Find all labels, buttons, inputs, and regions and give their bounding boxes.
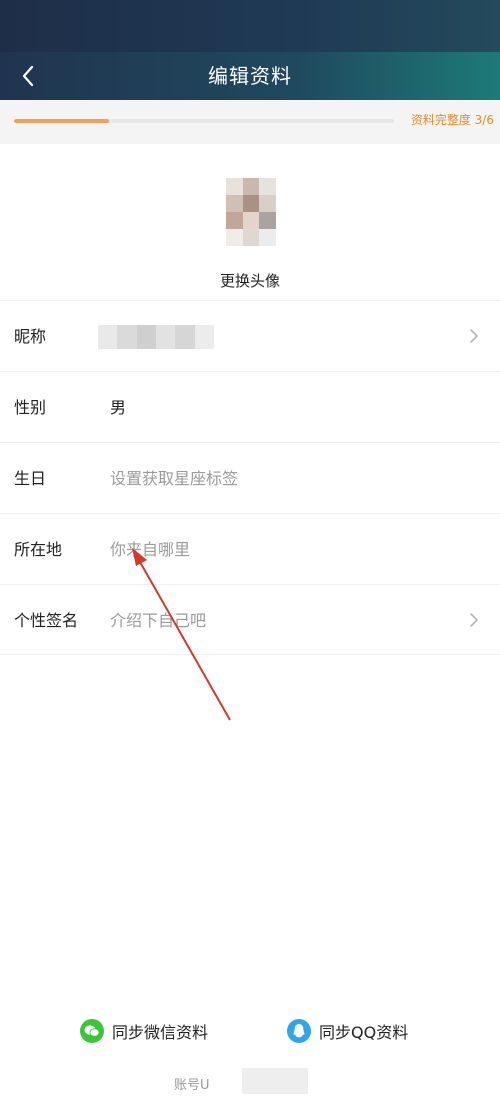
sync-wechat-button[interactable]: 同步微信资料 bbox=[80, 1006, 208, 1056]
row-nickname[interactable]: 昵称 bbox=[0, 300, 500, 371]
profile-main: 更换头像 昵称 性别 男 生日 设置获取星座标签 所在地 你来自哪里 个性签名 … bbox=[0, 144, 500, 1111]
birthday-placeholder: 设置获取星座标签 bbox=[110, 469, 239, 488]
qq-icon bbox=[287, 1019, 311, 1043]
location-placeholder: 你来自哪里 bbox=[110, 540, 191, 559]
row-label: 生日 bbox=[14, 469, 47, 488]
progress-fill bbox=[14, 119, 109, 123]
sync-qq-button[interactable]: 同步QQ资料 bbox=[287, 1006, 408, 1056]
row-label: 个性签名 bbox=[14, 611, 79, 630]
profile-completeness: 资料完整度 3/6 bbox=[0, 100, 500, 144]
header-bar: 编辑资料 bbox=[0, 52, 500, 100]
page-title: 编辑资料 bbox=[208, 64, 292, 88]
progress-track bbox=[14, 119, 394, 123]
row-gender[interactable]: 性别 男 bbox=[0, 371, 500, 442]
row-signature[interactable]: 个性签名 介绍下自己吧 bbox=[0, 584, 500, 655]
row-label: 所在地 bbox=[14, 540, 63, 559]
row-location[interactable]: 所在地 你来自哪里 bbox=[0, 513, 500, 584]
avatar[interactable] bbox=[226, 178, 276, 246]
profile-fields: 昵称 性别 男 生日 设置获取星座标签 所在地 你来自哪里 个性签名 介绍下自己… bbox=[0, 300, 500, 655]
nickname-value-blurred bbox=[98, 325, 214, 349]
change-avatar-button[interactable]: 更换头像 bbox=[0, 270, 500, 291]
chevron-right-icon bbox=[470, 613, 478, 627]
account-id-blurred bbox=[242, 1068, 308, 1094]
row-label: 性别 bbox=[14, 398, 47, 417]
wechat-icon bbox=[80, 1019, 104, 1043]
sync-wechat-label: 同步微信资料 bbox=[112, 1023, 209, 1042]
row-birthday[interactable]: 生日 设置获取星座标签 bbox=[0, 442, 500, 513]
gender-value: 男 bbox=[110, 398, 127, 417]
row-label: 昵称 bbox=[14, 327, 47, 346]
account-id-label: 账号U bbox=[174, 1078, 210, 1093]
sync-actions: 同步微信资料 同步QQ资料 bbox=[0, 1002, 500, 1062]
signature-placeholder: 介绍下自己吧 bbox=[110, 611, 207, 630]
chevron-right-icon bbox=[470, 329, 478, 343]
sync-qq-label: 同步QQ资料 bbox=[319, 1023, 409, 1042]
progress-label: 资料完整度 3/6 bbox=[410, 113, 494, 127]
status-bar bbox=[0, 0, 500, 52]
